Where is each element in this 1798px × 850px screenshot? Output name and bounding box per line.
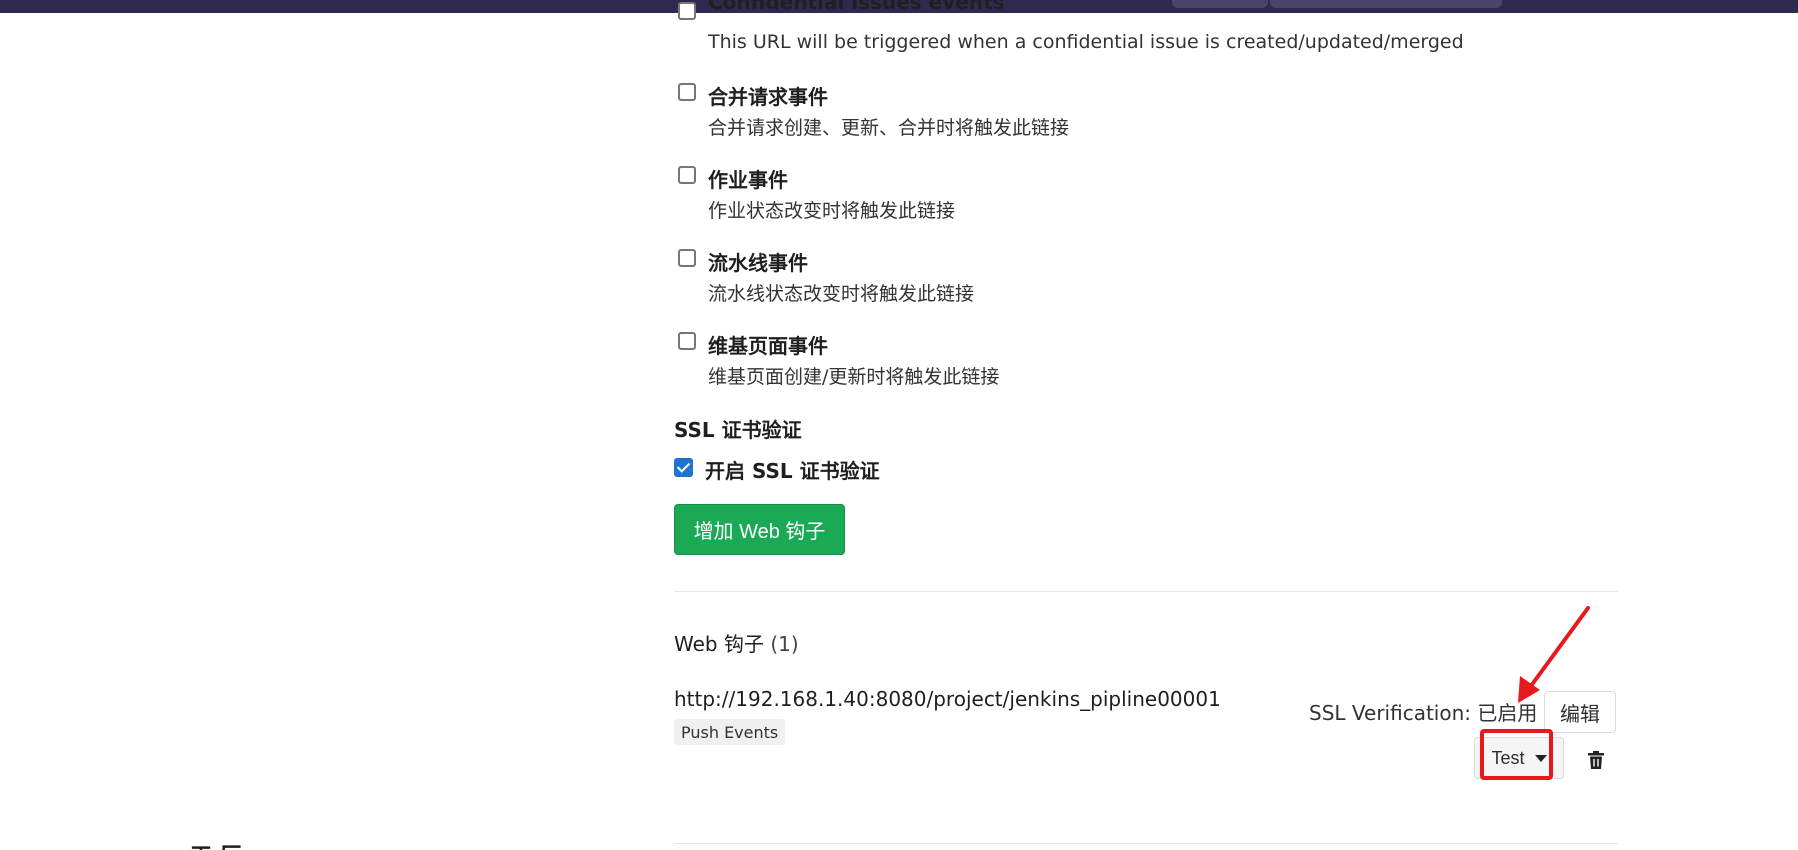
event-description: 作业状态改变时将触发此链接	[708, 200, 956, 222]
event-title: Confidential issues events	[708, 0, 1005, 14]
navbar-search-field[interactable]	[1270, 0, 1502, 8]
ssl-verification-checkbox[interactable]	[674, 458, 693, 477]
event-description: This URL will be triggered when a confid…	[708, 31, 1464, 53]
event-title: 流水线事件	[708, 251, 808, 275]
event-checkbox[interactable]	[678, 83, 696, 101]
footer-heading-fragment: 工 厂	[190, 838, 242, 850]
divider	[674, 843, 1618, 844]
event-checkbox[interactable]	[678, 166, 696, 184]
event-title: 合并请求事件	[708, 85, 828, 109]
event-description: 流水线状态改变时将触发此链接	[708, 283, 975, 305]
webhooks-title-text: Web 钩子	[674, 632, 764, 656]
webhooks-list-title: Web 钩子 (1)	[674, 628, 799, 657]
event-checkbox[interactable]	[678, 2, 696, 20]
test-webhook-dropdown[interactable]: Test	[1474, 737, 1564, 779]
webhook-trigger-badge: Push Events	[674, 719, 786, 745]
event-title: 维基页面事件	[708, 334, 828, 358]
event-description: 合并请求创建、更新、合并时将触发此链接	[708, 117, 1070, 139]
webhooks-count: (1)	[770, 632, 799, 656]
trash-icon[interactable]	[1582, 746, 1610, 774]
webhook-ssl-status: SSL Verification: 已启用	[1309, 701, 1538, 725]
navbar-search-segment[interactable]	[1172, 0, 1268, 8]
event-title: 作业事件	[708, 168, 788, 192]
test-webhook-label: Test	[1491, 747, 1525, 768]
event-description: 维基页面创建/更新时将触发此链接	[708, 366, 1000, 388]
divider	[674, 591, 1618, 592]
ssl-verification-label[interactable]: 开启 SSL 证书验证	[705, 455, 880, 484]
event-checkbox[interactable]	[678, 332, 696, 350]
ssl-heading: SSL 证书验证	[674, 418, 802, 442]
caret-down-icon	[1534, 754, 1547, 762]
add-webhook-button[interactable]: 增加 Web 钩子	[674, 504, 845, 555]
event-checkbox[interactable]	[678, 249, 696, 267]
edit-webhook-button[interactable]: 编辑	[1544, 691, 1616, 733]
webhook-url: http://192.168.1.40:8080/project/jenkins…	[674, 687, 1221, 711]
